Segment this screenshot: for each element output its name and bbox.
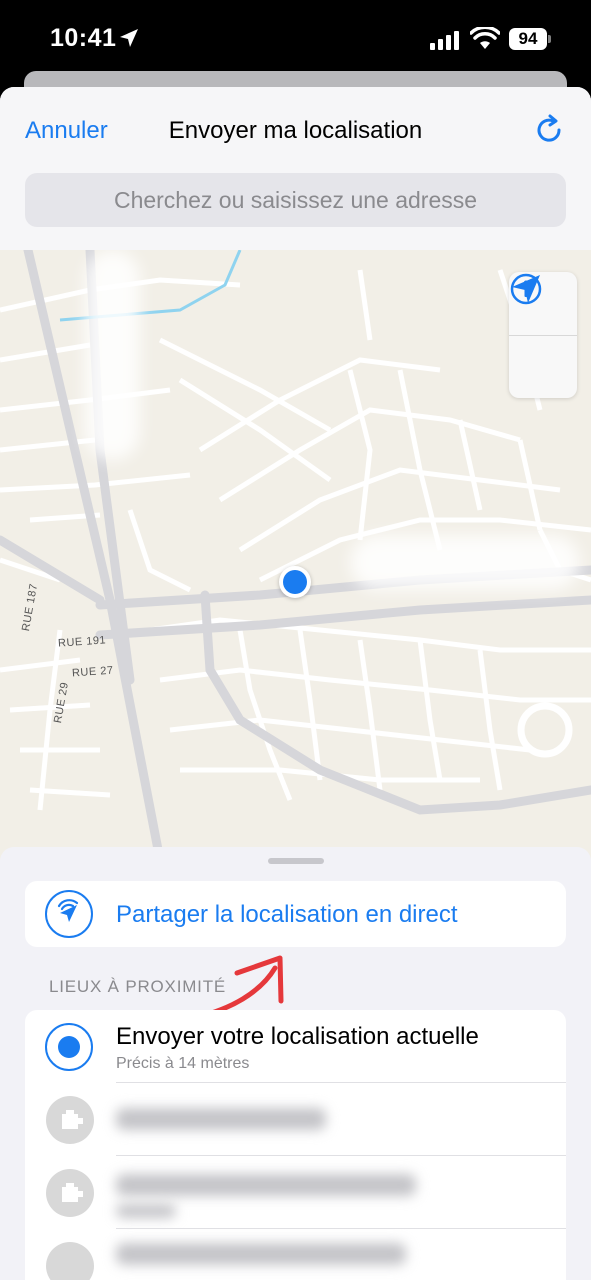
control-divider	[509, 335, 577, 336]
place-icon	[46, 1242, 94, 1280]
redacted-text	[116, 1174, 416, 1196]
live-location-icon	[45, 890, 93, 938]
teapot-icon	[46, 1169, 94, 1217]
redacted-text	[116, 1243, 406, 1265]
list-item[interactable]	[25, 1156, 566, 1229]
status-time: 10:41	[50, 24, 117, 52]
list-item[interactable]	[25, 1083, 566, 1156]
navigation-bar: Annuler Envoyer ma localisation Cherchez…	[0, 87, 591, 250]
battery-tip	[548, 35, 551, 43]
nearby-list: Envoyer votre localisation actuelle Préc…	[25, 1010, 566, 1280]
live-location-label: Partager la localisation en direct	[116, 901, 458, 928]
page-title: Envoyer ma localisation	[168, 117, 423, 144]
redacted-area	[350, 535, 580, 590]
current-location-icon	[45, 1023, 93, 1071]
location-sheet: Annuler Envoyer ma localisation Cherchez…	[0, 87, 591, 1280]
redacted-area	[85, 250, 140, 460]
redacted-text	[116, 1204, 176, 1218]
current-location-dot	[279, 566, 311, 598]
battery-indicator: 94	[509, 28, 547, 50]
list-item[interactable]	[25, 1229, 566, 1280]
map-view[interactable]: RUE 191 RUE 27 RUE 187 RUE 29	[0, 250, 591, 860]
locate-me-icon[interactable]	[509, 272, 543, 306]
current-location-accuracy: Précis à 14 mètres	[116, 1055, 250, 1072]
refresh-icon[interactable]	[531, 112, 567, 148]
map-controls	[509, 272, 577, 398]
current-location-title: Envoyer votre localisation actuelle	[116, 1023, 479, 1050]
redacted-text	[116, 1108, 326, 1130]
location-services-icon	[120, 29, 138, 47]
teapot-icon	[46, 1096, 94, 1144]
search-input[interactable]: Cherchez ou saisissez une adresse	[25, 173, 566, 227]
cellular-signal-icon	[430, 31, 459, 50]
live-location-button[interactable]: Partager la localisation en direct	[25, 881, 566, 947]
wifi-icon	[470, 27, 500, 49]
status-bar: 10:41 94	[0, 0, 591, 80]
sheet-grabber[interactable]	[268, 858, 324, 864]
bottom-panel: Partager la localisation en direct LIEUX…	[0, 847, 591, 1280]
list-item-current-location[interactable]: Envoyer votre localisation actuelle Préc…	[25, 1010, 566, 1083]
